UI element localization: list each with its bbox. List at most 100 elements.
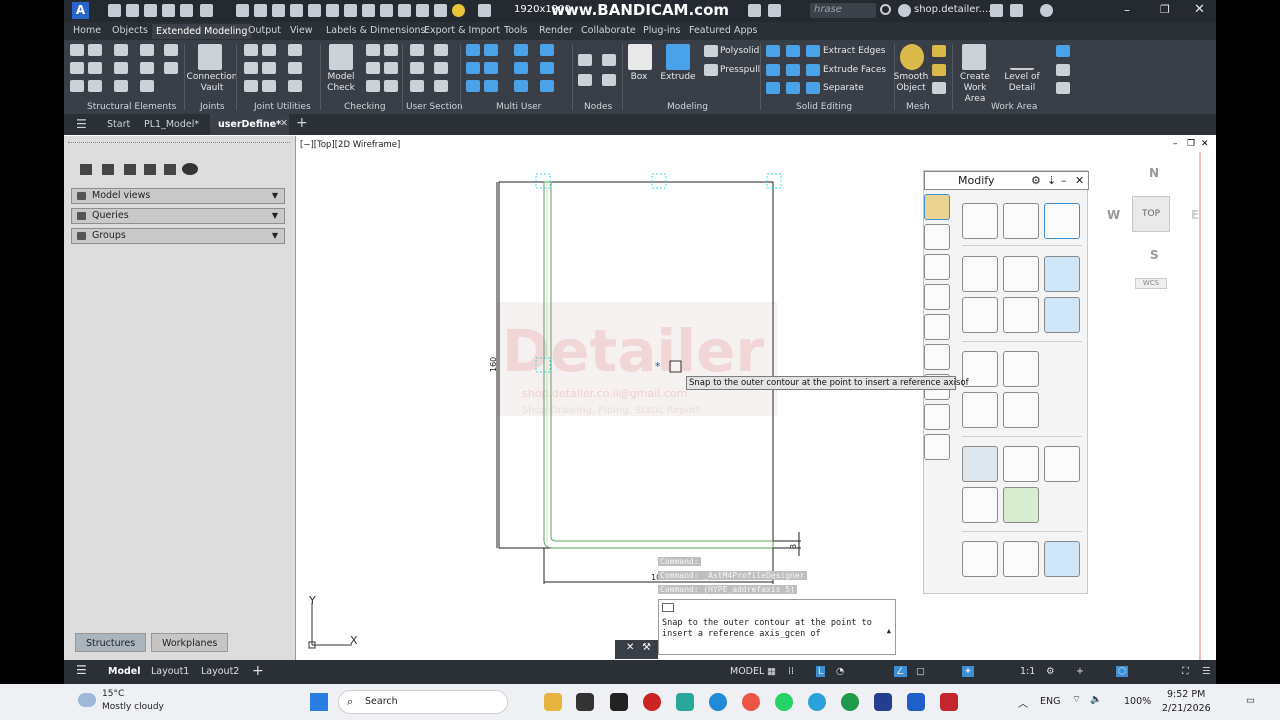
customize-command-icon[interactable]: ⚒ xyxy=(642,642,651,653)
tab-plugins[interactable]: Plug-ins xyxy=(643,25,680,36)
tool-icon[interactable] xyxy=(254,4,267,17)
model-space-toggle[interactable]: MODEL xyxy=(730,666,764,677)
joint-utility-icon[interactable] xyxy=(244,62,258,74)
pin-icon[interactable]: ⇣ xyxy=(1047,172,1056,189)
structural-tool-icon[interactable] xyxy=(70,62,84,74)
layout-tab-layout2[interactable]: Layout2 xyxy=(201,666,239,677)
add-icon[interactable] xyxy=(102,164,114,175)
language-indicator[interactable]: ENG xyxy=(1040,696,1060,707)
app-icon[interactable] xyxy=(610,693,628,711)
checking-icon[interactable] xyxy=(384,80,398,92)
tab-view[interactable]: View xyxy=(290,25,313,36)
tool-icon[interactable] xyxy=(344,4,357,17)
user-name[interactable]: shop.detailer.... xyxy=(914,4,991,15)
viewcube[interactable]: N W E S TOP WCS xyxy=(1105,164,1205,294)
clock-date[interactable]: 2/21/2026 xyxy=(1162,703,1211,714)
box-button[interactable]: Box xyxy=(624,72,654,83)
solid-edit-icon[interactable] xyxy=(786,82,800,94)
joint-utility-icon[interactable] xyxy=(288,44,302,56)
close-tab-icon[interactable]: ✕ xyxy=(280,118,288,129)
mesh-icon[interactable] xyxy=(932,82,946,94)
command-icon[interactable] xyxy=(662,603,674,612)
search-icon[interactable] xyxy=(880,4,891,15)
text-tool-icon[interactable] xyxy=(924,434,950,460)
open-icon[interactable] xyxy=(126,4,139,17)
plus-icon[interactable]: + xyxy=(1076,666,1084,677)
pen-icon[interactable] xyxy=(768,4,781,17)
app-icon[interactable] xyxy=(676,693,694,711)
user-section-icon[interactable] xyxy=(410,80,424,92)
dyn-icon[interactable]: ▢ xyxy=(916,666,925,677)
tool-icon[interactable] xyxy=(326,4,339,17)
measure-icon[interactable] xyxy=(924,284,950,310)
polysolid-button[interactable]: Polysolid xyxy=(720,46,759,57)
copy-objects-icon[interactable] xyxy=(1003,203,1039,239)
checking-icon[interactable] xyxy=(384,44,398,56)
extrude-button[interactable]: Extrude xyxy=(658,72,698,83)
structural-tool-icon[interactable] xyxy=(114,80,128,92)
camera-icon[interactable] xyxy=(748,4,761,17)
tab-collaborate[interactable]: Collaborate xyxy=(581,25,636,36)
cart-icon[interactable] xyxy=(990,4,1003,17)
add-layout-icon[interactable]: + xyxy=(252,663,264,679)
group-solid-editing[interactable]: Solid Editing xyxy=(796,102,852,112)
hamburger-menu-icon[interactable]: ☰ xyxy=(76,663,87,677)
command-prompt[interactable]: Snap to the outer contour at the point t… xyxy=(662,618,892,640)
clock-time[interactable]: 9:52 PM xyxy=(1167,689,1205,700)
viewcube-north[interactable]: N xyxy=(1149,166,1159,180)
customize-icon[interactable]: ☰ xyxy=(1202,666,1211,677)
doc-tab-start[interactable]: Start xyxy=(107,119,130,130)
joint-utility-icon[interactable] xyxy=(288,62,302,74)
help-icon[interactable] xyxy=(1040,4,1053,17)
wcs-dropdown[interactable]: WCS xyxy=(1135,278,1167,289)
dimension-thickness[interactable]: 3 xyxy=(789,544,798,549)
tab-workplanes[interactable]: Workplanes xyxy=(151,633,229,652)
hardware-icon[interactable]: ⬡ xyxy=(1116,666,1129,677)
search-input[interactable]: hrase xyxy=(814,4,842,15)
saveas-icon[interactable] xyxy=(162,4,175,17)
file-explorer-icon[interactable] xyxy=(544,693,562,711)
work-area-icon[interactable] xyxy=(1056,45,1070,57)
polysolid-icon[interactable] xyxy=(704,45,718,57)
user-section-icon[interactable] xyxy=(410,62,424,74)
tool-icon[interactable] xyxy=(434,4,447,17)
whatsapp-icon[interactable] xyxy=(775,693,793,711)
multi-user-icon[interactable] xyxy=(514,44,528,56)
shape-icon[interactable] xyxy=(924,344,950,370)
node-icon[interactable] xyxy=(578,54,592,66)
tab-export-import[interactable]: Export & Import xyxy=(424,25,500,36)
pencil-tool-icon[interactable] xyxy=(924,194,950,220)
structural-tool-icon[interactable] xyxy=(70,80,84,92)
windows-start-icon[interactable] xyxy=(310,693,328,711)
doc-tab-userdefine[interactable]: userDefine* xyxy=(210,114,290,135)
ortho-icon[interactable]: L xyxy=(816,666,826,677)
viewcube-west[interactable]: W xyxy=(1107,208,1120,222)
separate-icon[interactable] xyxy=(806,82,820,94)
tab-featured-apps[interactable]: Featured Apps xyxy=(689,25,757,36)
weather-temp[interactable]: 15°C xyxy=(102,689,124,699)
checking-icon[interactable] xyxy=(366,80,380,92)
print-icon[interactable] xyxy=(180,4,193,17)
model-check-icon[interactable] xyxy=(329,44,353,70)
structure-icon[interactable] xyxy=(80,164,92,175)
layout-tab-model[interactable]: Model xyxy=(108,666,140,677)
smooth-object-icon[interactable] xyxy=(900,44,924,70)
tab-labels-dimensions[interactable]: Labels & Dimensions xyxy=(326,25,425,36)
joint-utility-icon[interactable] xyxy=(262,44,276,56)
save-icon[interactable] xyxy=(144,4,157,17)
align-icon[interactable] xyxy=(1044,446,1080,482)
joint-utility-icon[interactable] xyxy=(262,62,276,74)
connection-vault-icon[interactable] xyxy=(198,44,222,70)
redo-icon[interactable] xyxy=(236,4,249,17)
structural-tool-icon[interactable] xyxy=(140,44,154,56)
separate-button[interactable]: Separate xyxy=(823,83,864,94)
multi-user-icon[interactable] xyxy=(540,80,554,92)
close-command-icon[interactable]: ✕ xyxy=(626,642,634,653)
queries-section[interactable]: Queries ▼ xyxy=(71,208,285,224)
chamfer-icon[interactable] xyxy=(1003,392,1039,428)
multi-user-icon[interactable] xyxy=(466,80,480,92)
offset-icon[interactable] xyxy=(1044,203,1080,239)
app-icon[interactable] xyxy=(576,693,594,711)
presspull-button[interactable]: Presspull xyxy=(720,65,760,76)
osnap-icon[interactable]: ∠ xyxy=(894,666,907,677)
